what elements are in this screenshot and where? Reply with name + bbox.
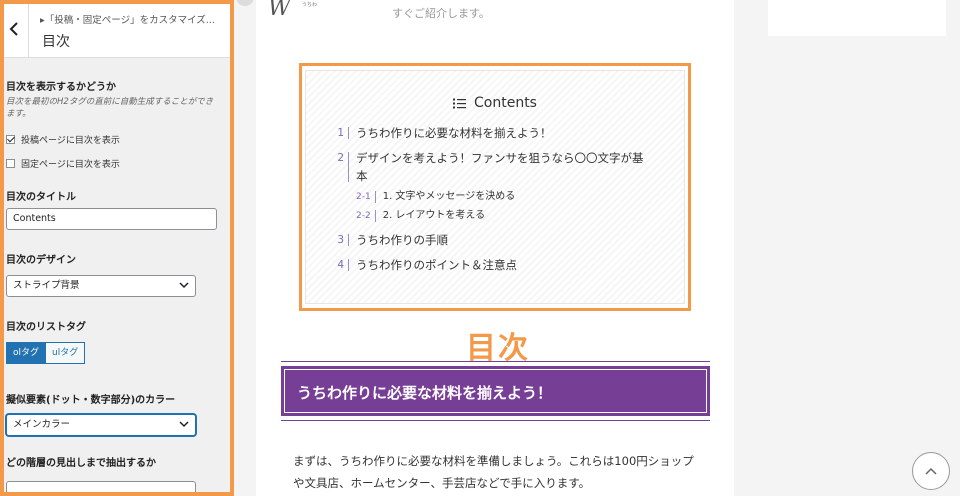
toc-item-number: 2-1 — [356, 192, 371, 202]
toc-item-bar — [348, 152, 349, 182]
toc-title-label: 目次のタイトル — [6, 192, 76, 203]
site-logo: W — [268, 0, 291, 21]
toc-item-text: うちわ作りに必要な材料を揃えよう！ — [356, 126, 552, 140]
toc-subitem[interactable]: 2-1 1. 文字やメッセージを決める — [356, 188, 515, 206]
toc-item-bar — [348, 259, 349, 271]
toc-design-value: ストライプ背景 — [13, 280, 80, 291]
toc-box: Contents 1 うちわ作りに必要な材料を揃えよう！ 2 デザインを考えよう… — [305, 70, 685, 304]
toc-item-number: 3 — [337, 234, 344, 246]
chevron-down-icon — [179, 421, 189, 428]
list-icon — [453, 98, 466, 108]
show-toc-description: 目次を最初のH2タグの直前に自動生成することができます。 — [6, 97, 214, 119]
checkbox-row-post[interactable]: 投稿ページに目次を表示 — [6, 133, 120, 146]
toc-item-text: デザインを考えよう！ファンサを狙うなら〇〇文字が基 本 — [356, 149, 656, 185]
toc-heading-text: Contents — [474, 95, 537, 111]
pseudo-color-select[interactable]: メインカラー — [6, 414, 196, 436]
heading-rule-bottom — [281, 420, 710, 421]
depth-select[interactable] — [6, 481, 196, 496]
section-heading: うちわ作りに必要な材料を揃えよう！ — [281, 361, 710, 421]
checkbox-row-page[interactable]: 固定ページに目次を表示 — [6, 157, 120, 170]
toc-heading: Contents — [306, 95, 684, 111]
toc-item-number: 1 — [337, 127, 344, 139]
toc-item[interactable]: 1 うちわ作りに必要な材料を揃えよう！ — [334, 124, 552, 142]
toc-item[interactable]: 2 デザインを考えよう！ファンサを狙うなら〇〇文字が基 本 — [334, 149, 656, 185]
toc-item-bar — [348, 234, 349, 246]
toc-title-input[interactable]: Contents — [6, 208, 217, 230]
toc-item-number: 4 — [337, 259, 344, 271]
chevron-left-icon — [9, 21, 18, 36]
toc-subitem[interactable]: 2-2 2. レイアウトを考える — [356, 207, 485, 225]
post-toc-checkbox-label: 投稿ページに目次を表示 — [21, 136, 120, 146]
panel-title: 目次 — [42, 34, 70, 50]
toc-item-text: うちわ作りのポイント＆注意点 — [356, 258, 517, 272]
toc-item-text-line1: デザインを考えよう！ファンサを狙うなら〇〇文字が基 — [356, 151, 644, 165]
customizer-panel: ▸「投稿・固定ページ」をカスタマイズ... 目次 目次を表示するかどうか 目次を… — [0, 0, 234, 496]
chevron-up-icon — [925, 467, 937, 475]
toc-list-tag-label: 目次のリストタグ — [6, 322, 86, 333]
page-toc-checkbox[interactable] — [6, 159, 15, 168]
ul-tag-button[interactable]: ulタグ — [46, 342, 86, 364]
toc-item[interactable]: 4 うちわ作りのポイント＆注意点 — [334, 256, 517, 274]
chevron-down-icon — [179, 282, 189, 289]
toc-design-select[interactable]: ストライプ背景 — [6, 275, 196, 297]
toc-item-bar — [374, 191, 376, 203]
show-toc-label: 目次を表示するかどうか — [6, 82, 116, 93]
pseudo-color-label: 擬似要素(ドット・数字部分)のカラー — [6, 395, 176, 406]
back-button[interactable] — [0, 0, 29, 57]
pseudo-color-value: メインカラー — [13, 419, 71, 430]
toc-item-text: 1. 文字やメッセージを決める — [382, 191, 516, 202]
breadcrumb: ▸「投稿・固定ページ」をカスタマイズ... — [40, 15, 215, 26]
post-toc-checkbox[interactable] — [6, 135, 15, 144]
section-heading-text: うちわ作りに必要な材料を揃えよう！ — [297, 384, 553, 402]
toc-item-text: 2. レイアウトを考える — [382, 210, 486, 221]
body-paragraph: まずは、うちわ作りに必要な材料を準備しましょう。これらは100円ショップや文具店… — [293, 454, 694, 490]
toc-design-label: 目次のデザイン — [6, 255, 76, 266]
heading-rule-top — [281, 361, 710, 362]
panel-header: ▸「投稿・固定ページ」をカスタマイズ... 目次 — [0, 0, 234, 58]
toc-item[interactable]: 3 うちわ作りの手順 — [334, 231, 448, 249]
toc-item-text-line2: 本 — [356, 169, 368, 183]
page-toc-checkbox-label: 固定ページに目次を表示 — [21, 160, 120, 170]
ol-tag-button[interactable]: olタグ — [6, 342, 47, 364]
toc-item-bar — [374, 210, 376, 222]
intro-text: すぐご紹介します。 — [392, 7, 490, 20]
toc-item-number: 2 — [337, 152, 344, 164]
list-tag-toggle: olタグ ulタグ — [6, 342, 86, 364]
sidebar-widget — [768, 0, 946, 36]
depth-label: どの階層の見出しまで抽出するか — [6, 458, 156, 469]
scroll-top-button[interactable] — [912, 452, 950, 490]
toc-item-text: うちわ作りの手順 — [356, 233, 448, 247]
toc-item-bar — [348, 127, 349, 139]
site-logo-sub: うちわ — [302, 2, 318, 8]
toc-item-number: 2-2 — [356, 211, 371, 221]
